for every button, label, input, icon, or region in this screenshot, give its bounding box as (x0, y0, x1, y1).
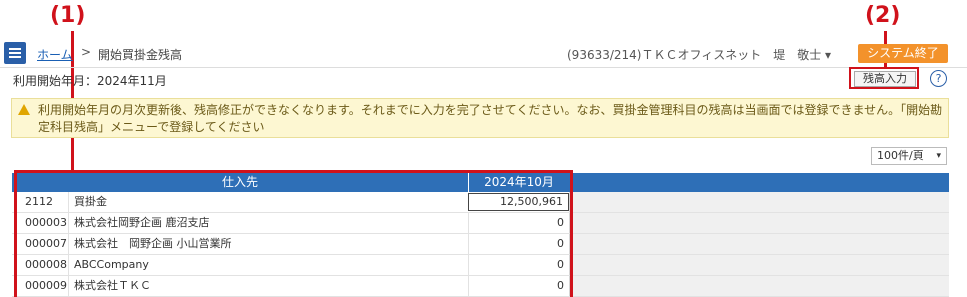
cell-supplier-name: 株式会社 岡野企画 小山営業所 (68, 234, 468, 254)
usage-start-period: 利用開始年月：2024年11月 (13, 74, 167, 88)
table-row: 000003 株式会社岡野企画 鹿沼支店 0 (12, 213, 949, 234)
table-row: 000008 ABCCompany 0 (12, 255, 949, 276)
chevron-down-icon: ▾ (936, 151, 941, 161)
per-page-value: 100件/頁 (877, 149, 924, 162)
cell-empty (569, 192, 949, 212)
hamburger-menu-icon[interactable] (4, 42, 26, 64)
help-icon[interactable]: ? (930, 70, 947, 87)
breadcrumb-home-link[interactable]: ホーム (37, 46, 73, 63)
column-header-supplier: 仕入先 (221, 175, 258, 189)
warning-message: 利用開始年月の月次更新後、残高修正ができなくなります。それまでに入力を完了させて… (11, 98, 949, 138)
cell-empty (569, 213, 949, 233)
annotation-label-2: (2) (865, 3, 901, 28)
table-row: 000009 株式会社ＴＫＣ 0 (12, 276, 949, 297)
breadcrumb-current-page: 開始買掛金残高 (98, 48, 183, 62)
table-header: 仕入先 2024年10月 (12, 173, 949, 192)
cell-balance-input[interactable]: 12,500,961 (468, 193, 569, 211)
warning-icon (18, 104, 30, 115)
table-row: 2112 買掛金 12,500,961 (12, 192, 949, 213)
cell-empty (569, 234, 949, 254)
column-header-month: 2024年10月 (468, 173, 569, 192)
warning-text: 利用開始年月の月次更新後、残高修正ができなくなります。それまでに入力を完了させて… (38, 103, 943, 134)
top-bar: ホーム > 開始買掛金残高 (93633/214)ＴＫＣオフィスネット 堤 敬士… (0, 41, 967, 67)
breadcrumb-separator: > (81, 45, 92, 59)
system-exit-button[interactable]: システム終了 (858, 44, 948, 63)
balance-input-highlight: 残高入力 (849, 67, 919, 89)
cell-balance-input[interactable]: 0 (468, 213, 569, 233)
cell-empty (569, 255, 949, 275)
cell-supplier-name: 買掛金 (68, 192, 468, 212)
cell-balance-input[interactable]: 0 (468, 234, 569, 254)
cell-supplier-name: 株式会社岡野企画 鹿沼支店 (68, 213, 468, 233)
balance-table: 仕入先 2024年10月 2112 買掛金 12,500,961 000003 … (12, 173, 949, 297)
sub-bar: 利用開始年月：2024年11月 残高入力 ? (0, 67, 967, 90)
table-row: 000007 株式会社 岡野企画 小山営業所 0 (12, 234, 949, 255)
annotation-label-1: (1) (50, 3, 86, 28)
cell-supplier-name: 株式会社ＴＫＣ (68, 276, 468, 296)
cell-balance-input[interactable]: 0 (468, 255, 569, 275)
user-menu[interactable]: (93633/214)ＴＫＣオフィスネット 堤 敬士 ▾ (567, 46, 831, 63)
balance-input-button[interactable]: 残高入力 (854, 71, 916, 87)
cell-empty (569, 276, 949, 296)
cell-balance-input[interactable]: 0 (468, 276, 569, 296)
cell-supplier-name: ABCCompany (68, 255, 468, 275)
per-page-select[interactable]: 100件/頁 ▾ (871, 147, 947, 165)
